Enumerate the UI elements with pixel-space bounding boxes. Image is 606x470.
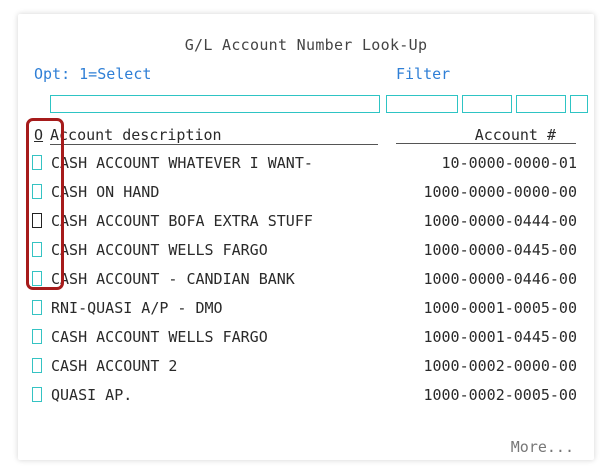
table-row[interactable]: RNI-QUASI A/P - DMO 1000-0001-0005-00 (18, 298, 594, 320)
account-number: 1000-0000-0444-00 (423, 212, 577, 230)
account-number: 1000-0001-0005-00 (423, 299, 577, 317)
account-description: CASH ON HAND (51, 183, 160, 201)
table-row[interactable]: CASH ACCOUNT WHATEVER I WANT- 10-0000-00… (18, 153, 594, 175)
table-row[interactable]: CASH ACCOUNT WELLS FARGO 1000-0000-0445-… (18, 240, 594, 262)
account-number: 1000-0002-0005-00 (423, 386, 577, 404)
option-input[interactable] (32, 184, 42, 199)
account-filter-segment-2[interactable] (462, 95, 512, 113)
option-input[interactable] (32, 155, 42, 170)
filter-label: Filter (396, 65, 451, 83)
option-input[interactable] (32, 271, 42, 286)
account-filter-segment-4[interactable] (570, 95, 588, 113)
account-number: 1000-0000-0445-00 (423, 241, 577, 259)
table-row[interactable]: CASH ACCOUNT 2 1000-0002-0000-00 (18, 356, 594, 378)
account-description: CASH ACCOUNT BOFA EXTRA STUFF (51, 212, 313, 230)
column-header-description-label: Account description (50, 126, 222, 144)
table-row[interactable]: CASH ON HAND 1000-0000-0000-00 (18, 182, 594, 204)
column-header-account-label: Account # (474, 126, 556, 144)
window-title: G/L Account Number Look-Up (184, 36, 428, 54)
account-description: CASH ACCOUNT - CANDIAN BANK (51, 270, 295, 288)
option-hint: Opt: 1=Select (34, 65, 152, 83)
account-description: RNI-QUASI A/P - DMO (51, 299, 223, 317)
option-input[interactable] (32, 300, 42, 315)
account-description: CASH ACCOUNT WHATEVER I WANT- (51, 154, 313, 172)
account-number: 10-0000-0000-01 (441, 154, 577, 172)
description-filter-input[interactable] (50, 95, 380, 113)
option-input[interactable] (32, 387, 42, 402)
account-filter-segment-3[interactable] (516, 95, 566, 113)
account-number: 1000-0001-0445-00 (423, 328, 577, 346)
account-number: 1000-0002-0000-00 (423, 357, 577, 375)
table-row[interactable]: CASH ACCOUNT WELLS FARGO 1000-0001-0445-… (18, 327, 594, 349)
account-description: CASH ACCOUNT WELLS FARGO (51, 328, 268, 346)
more-indicator: More... (510, 438, 574, 456)
lookup-panel: G/L Account Number Look-Up Opt: 1=Select… (18, 14, 594, 460)
account-description: QUASI AP. (51, 386, 133, 404)
account-description: CASH ACCOUNT 2 (51, 357, 178, 375)
column-header-account: Account # (396, 126, 576, 144)
table-row[interactable]: CASH ACCOUNT BOFA EXTRA STUFF 1000-0000-… (18, 211, 594, 233)
option-input-focused[interactable] (32, 213, 42, 228)
column-header-description: Account description (50, 126, 378, 145)
option-input[interactable] (32, 242, 42, 257)
account-number: 1000-0000-0000-00 (423, 183, 577, 201)
account-number: 1000-0000-0446-00 (423, 270, 577, 288)
option-input[interactable] (32, 358, 42, 373)
column-header-option: O (34, 126, 44, 144)
table-row[interactable]: CASH ACCOUNT - CANDIAN BANK 1000-0000-04… (18, 269, 594, 291)
table-row[interactable]: QUASI AP. 1000-0002-0005-00 (18, 385, 594, 407)
account-description: CASH ACCOUNT WELLS FARGO (51, 241, 268, 259)
option-input[interactable] (32, 329, 42, 344)
account-filter-segment-1[interactable] (386, 95, 458, 113)
